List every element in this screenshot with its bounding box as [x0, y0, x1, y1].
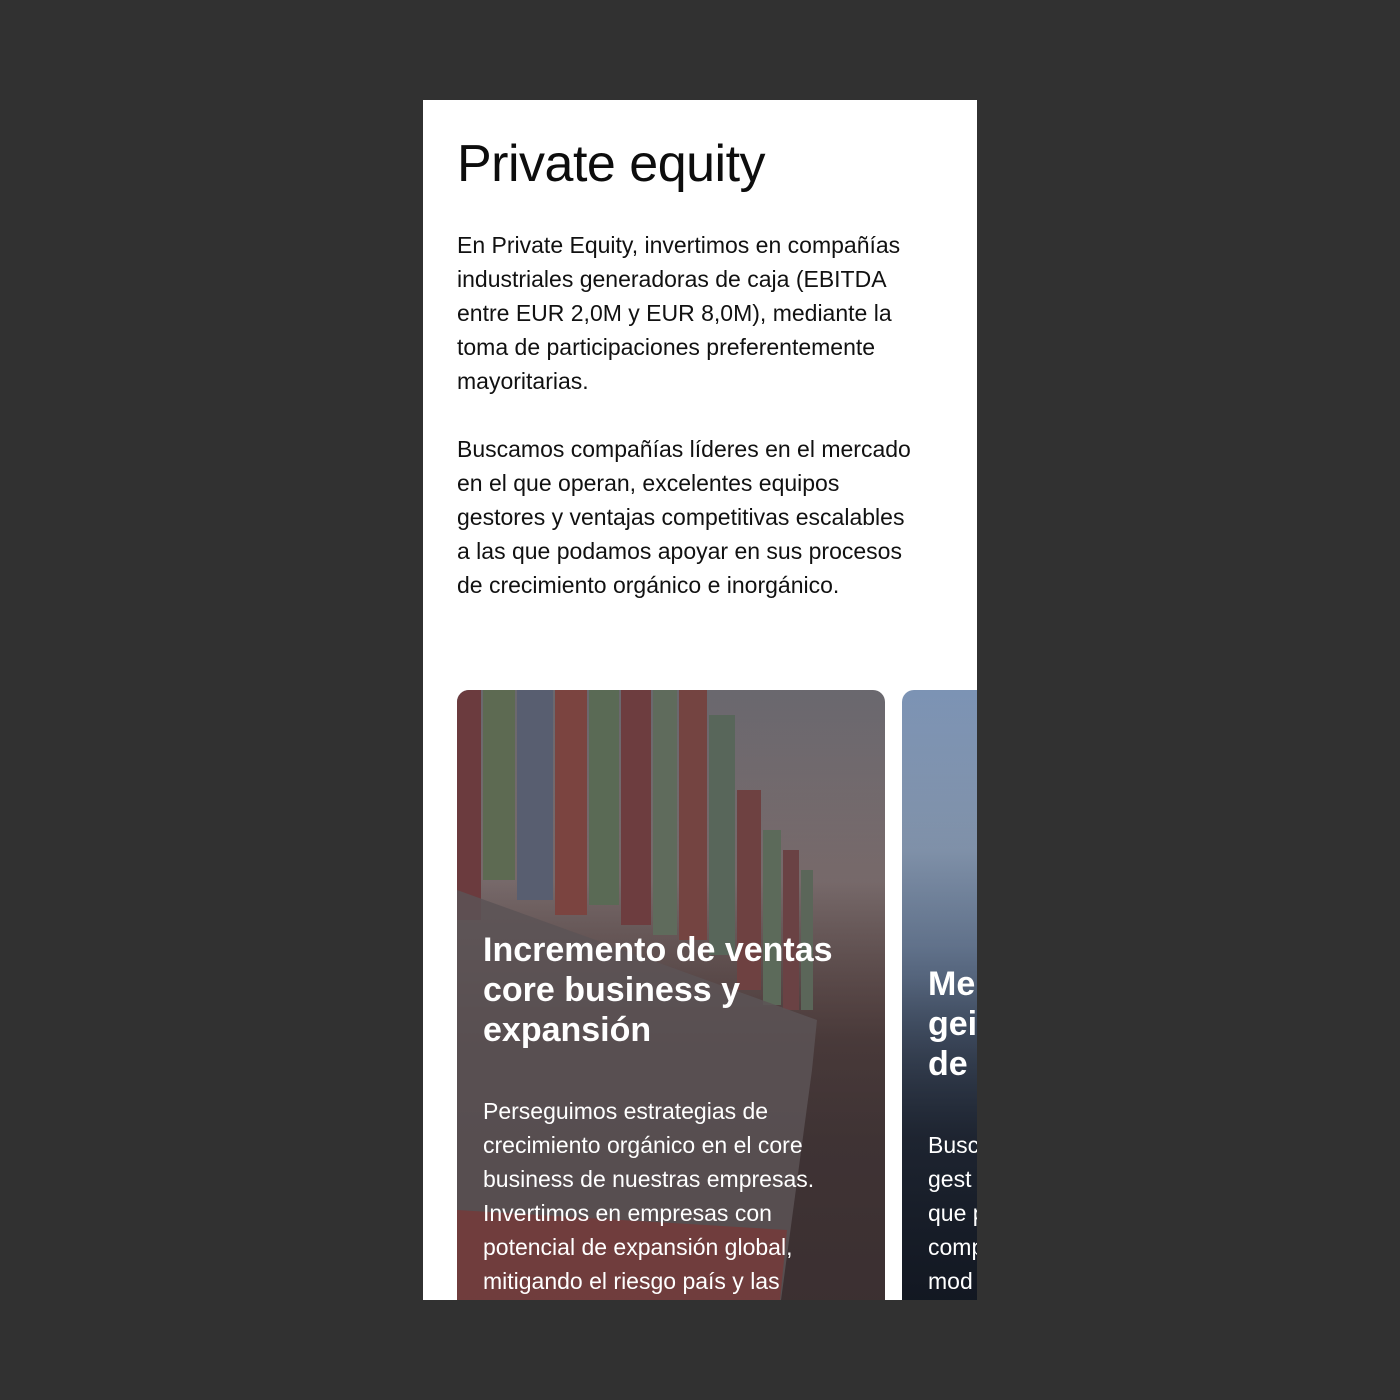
card-description: Perseguimos estrategias de crecimiento o… [483, 1098, 815, 1294]
card-sales-growth[interactable]: Incremento de ventas core business y exp… [457, 690, 885, 1300]
mobile-page: Private equity En Private Equity, invert… [423, 100, 977, 1300]
card-title: Me gei de [928, 965, 977, 1083]
screen-background: Private equity En Private Equity, invert… [0, 0, 1400, 1400]
card-description: Busc gest que p comp mod [928, 1132, 977, 1294]
intro-text: En Private Equity, invertimos en compañí… [457, 228, 943, 636]
card-management[interactable]: Me gei de Busc gest que p comp mod [902, 690, 977, 1300]
card-title: Incremento de ventas core business y exp… [483, 931, 833, 1049]
intro-paragraph-1: En Private Equity, invertimos en compañí… [457, 232, 901, 394]
page-title: Private equity [457, 135, 766, 193]
cards-carousel[interactable]: Incremento de ventas core business y exp… [457, 690, 977, 1300]
intro-paragraph-2: Buscamos compañías líderes en el mercado… [457, 436, 911, 598]
